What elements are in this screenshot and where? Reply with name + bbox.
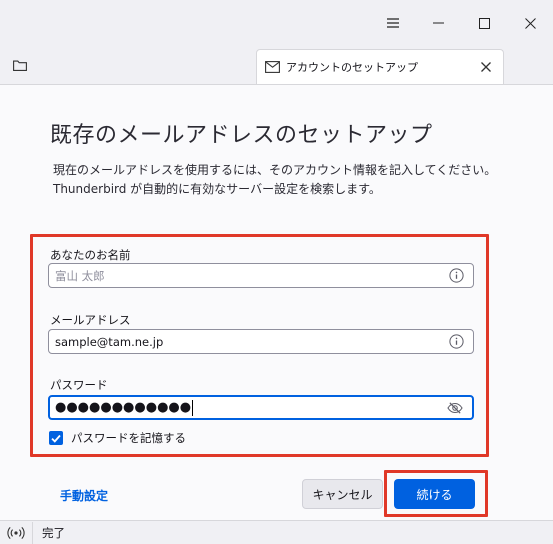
close-icon <box>481 62 491 72</box>
close-icon <box>524 17 536 29</box>
continue-highlight-outline <box>384 470 488 517</box>
minimize-button[interactable] <box>415 0 461 46</box>
description-line-2: Thunderbird が自動的に有効なサーバー設定を検索します。 <box>53 182 381 196</box>
form-highlight-outline <box>30 234 489 457</box>
status-bar: 完了 <box>0 520 553 544</box>
minimize-icon <box>432 22 444 24</box>
folder-tab[interactable] <box>6 52 34 78</box>
mail-account-icon <box>265 61 280 73</box>
maximize-icon <box>478 17 490 29</box>
online-status-icon[interactable] <box>7 525 25 541</box>
tab-bar: アカウントのセットアップ <box>0 46 553 85</box>
status-divider <box>32 521 33 544</box>
tab-label: アカウントのセットアップ <box>286 61 418 74</box>
manual-config-link[interactable]: 手動設定 <box>60 487 108 504</box>
tab-account-setup[interactable]: アカウントのセットアップ <box>256 49 504 84</box>
close-window-button[interactable] <box>507 0 553 46</box>
description-line-1: 現在のメールアドレスを使用するには、そのアカウント情報を記入してください。 <box>53 163 497 177</box>
status-text: 完了 <box>42 525 65 540</box>
title-bar <box>0 0 553 46</box>
hamburger-menu-icon <box>387 18 399 28</box>
tab-close-button[interactable] <box>477 58 495 76</box>
maximize-button[interactable] <box>461 0 507 46</box>
folder-icon <box>13 60 27 71</box>
app-menu-button[interactable] <box>370 0 416 46</box>
cancel-button[interactable]: キャンセル <box>302 479 383 509</box>
page-title: 既存のメールアドレスのセットアップ <box>50 123 433 148</box>
